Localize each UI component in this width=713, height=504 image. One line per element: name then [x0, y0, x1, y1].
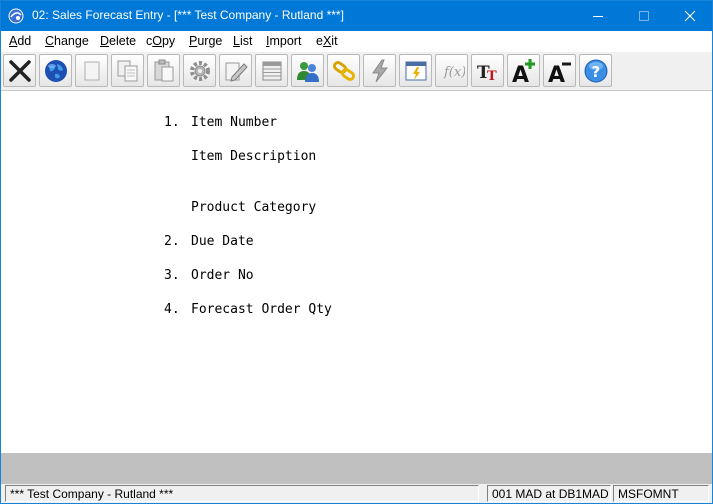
help-button[interactable]: ?: [579, 54, 612, 87]
product-category-label: Product Category: [191, 200, 317, 215]
paste-icon: [154, 59, 174, 82]
maximize-button[interactable]: [621, 1, 667, 31]
menu-import[interactable]: Import: [266, 34, 301, 48]
font-increase-button[interactable]: A: [507, 54, 540, 87]
toolbar: f(x) T T A A ?: [1, 52, 712, 91]
message-band: [1, 453, 712, 484]
svg-text:A: A: [512, 63, 529, 84]
users-icon: [297, 62, 319, 82]
menu-list[interactable]: List: [233, 34, 252, 48]
title-bar[interactable]: 02: Sales Forecast Entry - [*** Test Com…: [1, 1, 712, 31]
menu-delete[interactable]: Delete: [100, 34, 136, 48]
order-no-label: Order No: [191, 268, 254, 283]
minimize-icon: [593, 16, 603, 17]
font-decrease-button[interactable]: A: [543, 54, 576, 87]
paste-button[interactable]: [147, 54, 180, 87]
forecast-order-qty-label: Forecast Order Qty: [191, 302, 332, 317]
status-session: 001 MAD at DB1MAD: [487, 485, 611, 502]
font-decrease-icon: A: [548, 62, 571, 84]
svg-text:f(x): f(x): [443, 65, 465, 80]
copy-button[interactable]: [111, 54, 144, 87]
exit-icon: [9, 60, 31, 82]
font-icon: T T: [477, 63, 497, 84]
font-increase-icon: A: [512, 59, 535, 84]
settings-icon: [190, 61, 210, 81]
report-icon: [405, 61, 427, 81]
lightning-button[interactable]: [363, 54, 396, 87]
menu-bar: Add Change Delete cOpy Purge List Import…: [1, 31, 712, 52]
users-button[interactable]: [291, 54, 324, 87]
copy-icon: [117, 60, 138, 82]
due-date-label: Due Date: [191, 234, 254, 249]
menu-change[interactable]: Change: [45, 34, 89, 48]
help-icon: ?: [584, 59, 608, 83]
field-number-3: 3.: [164, 268, 180, 283]
form-area: 1. Item Number Item Description Product …: [1, 91, 712, 453]
maximize-icon: [639, 11, 649, 21]
menu-add[interactable]: Add: [9, 34, 31, 48]
svg-text:A: A: [548, 63, 565, 84]
report-button[interactable]: [399, 54, 432, 87]
item-number-label: Item Number: [191, 115, 278, 130]
list-icon: [262, 61, 282, 81]
close-icon: [684, 10, 696, 22]
list-button[interactable]: [255, 54, 288, 87]
window-title: 02: Sales Forecast Entry - [*** Test Com…: [32, 8, 344, 22]
svg-text:?: ?: [592, 63, 601, 81]
minimize-button[interactable]: [575, 1, 621, 31]
function-icon: f(x): [443, 65, 465, 80]
field-number-1: 1.: [164, 115, 180, 130]
field-number-2: 2.: [164, 234, 180, 249]
settings-button[interactable]: [183, 54, 216, 87]
application-window: 02: Sales Forecast Entry - [*** Test Com…: [0, 0, 713, 504]
menu-exit[interactable]: eXit: [316, 34, 338, 48]
edit-icon: [225, 62, 248, 82]
new-button[interactable]: [75, 54, 108, 87]
function-button[interactable]: f(x): [435, 54, 468, 87]
close-button[interactable]: [667, 1, 712, 31]
link-icon: [332, 61, 356, 81]
new-icon: [84, 61, 100, 81]
menu-purge[interactable]: Purge: [189, 34, 222, 48]
font-button[interactable]: T T: [471, 54, 504, 87]
exit-button[interactable]: [3, 54, 36, 87]
status-company: *** Test Company - Rutland ***: [5, 485, 479, 502]
app-icon: [8, 8, 24, 24]
status-program: MSFOMNT: [613, 485, 709, 502]
globe-button[interactable]: [39, 54, 72, 87]
svg-text:T: T: [487, 69, 497, 84]
link-button[interactable]: [327, 54, 360, 87]
edit-button[interactable]: [219, 54, 252, 87]
status-bar: *** Test Company - Rutland *** 001 MAD a…: [1, 484, 712, 503]
lightning-icon: [372, 59, 389, 83]
item-description-label: Item Description: [191, 149, 317, 164]
menu-copy[interactable]: cOpy: [146, 34, 175, 48]
field-number-4: 4.: [164, 302, 180, 317]
globe-icon: [45, 60, 67, 82]
